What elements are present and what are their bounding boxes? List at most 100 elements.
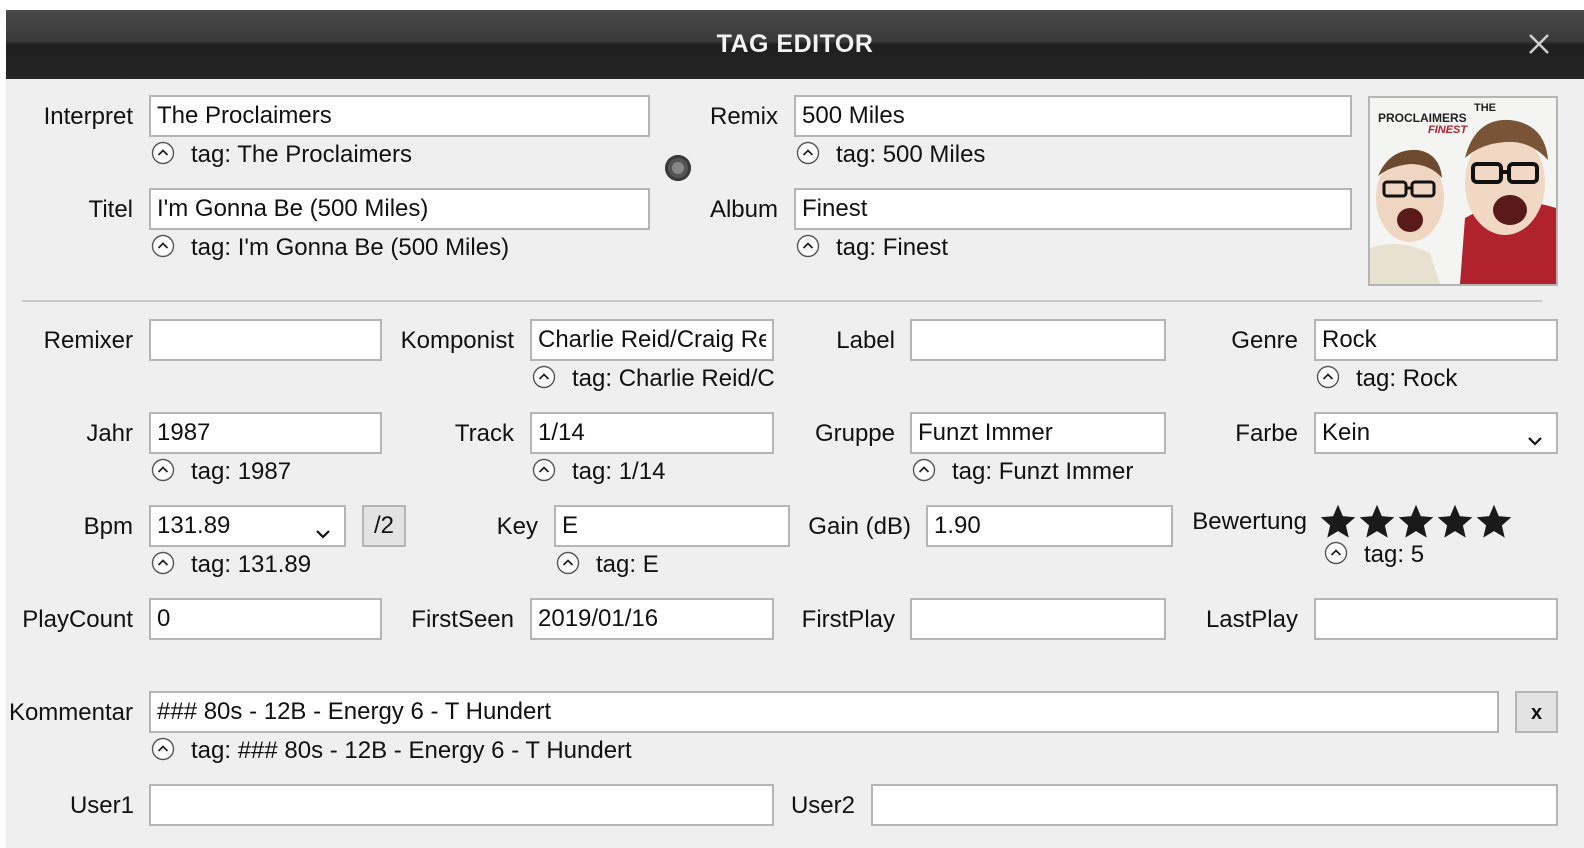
gain-field[interactable] (926, 505, 1173, 547)
kommentar-clear-button[interactable]: x (1515, 691, 1558, 733)
bpm-tag: tag: 131.89 (151, 550, 384, 580)
gruppe-field[interactable] (910, 412, 1166, 454)
album-tag-text: tag: Finest (836, 234, 949, 261)
lastplay-field[interactable] (1314, 598, 1558, 640)
close-icon[interactable] (1524, 29, 1554, 59)
komponist-label: Komponist (400, 327, 514, 354)
chevron-down-icon (314, 517, 332, 539)
section-divider (22, 300, 1542, 302)
cover-text-album: FINEST (1428, 124, 1468, 136)
chevron-up-circle-icon[interactable] (1324, 541, 1348, 565)
kommentar-field[interactable] (149, 691, 1499, 733)
bpm-half-button[interactable]: /2 (362, 505, 406, 547)
chevron-up-circle-icon[interactable] (532, 458, 556, 482)
chevron-up-circle-icon[interactable] (151, 234, 175, 258)
interpret-field[interactable] (149, 95, 650, 137)
album-field[interactable] (794, 188, 1352, 230)
bewertung-label: Bewertung (1192, 508, 1307, 535)
kommentar-tag-text: tag: ### 80s - 12B - Energy 6 - T Hunder… (191, 737, 632, 764)
key-tag-text: tag: E (596, 551, 659, 578)
firstplay-label: FirstPlay (801, 606, 895, 633)
titel-label: Titel (88, 196, 133, 223)
remixer-label: Remixer (43, 327, 133, 354)
gruppe-label: Gruppe (814, 420, 895, 447)
chevron-up-circle-icon[interactable] (151, 551, 175, 575)
user1-field[interactable] (149, 784, 774, 826)
star-icon[interactable] (1359, 504, 1395, 540)
farbe-label: Farbe (1235, 420, 1298, 447)
chevron-up-circle-icon[interactable] (532, 365, 556, 389)
user2-field[interactable] (871, 784, 1558, 826)
genre-label: Genre (1231, 327, 1298, 354)
star-icon[interactable] (1398, 504, 1434, 540)
album-cover-image[interactable]: THE PROCLAIMERS FINEST (1368, 96, 1558, 286)
chevron-up-circle-icon[interactable] (912, 458, 936, 482)
gain-label: Gain (dB) (808, 513, 911, 540)
chevron-up-circle-icon[interactable] (151, 141, 175, 165)
key-field[interactable] (554, 505, 790, 547)
chevron-down-icon (1526, 424, 1544, 446)
track-label: Track (454, 420, 514, 447)
bewertung-tag-text: tag: 5 (1364, 541, 1425, 568)
track-field[interactable] (530, 412, 774, 454)
bpm-label: Bpm (83, 513, 133, 540)
interpret-tag-text: tag: The Proclaimers (191, 141, 412, 168)
jahr-field[interactable] (149, 412, 382, 454)
star-icon[interactable] (1320, 504, 1356, 540)
titel-tag-text: tag: I'm Gonna Be (500 Miles) (191, 234, 510, 261)
bpm-selected-value: 131.89 (157, 512, 231, 539)
farbe-select[interactable]: Kein (1314, 412, 1558, 454)
firstseen-field[interactable] (530, 598, 774, 640)
gruppe-tag: tag: Funzt Immer (912, 457, 1172, 487)
genre-tag: tag: Rock (1316, 364, 1556, 394)
interpret-tag: tag: The Proclaimers (151, 140, 651, 170)
cover-text-band: PROCLAIMERS (1378, 111, 1467, 125)
title-bar[interactable]: TAG EDITOR (6, 10, 1584, 79)
label-field[interactable] (910, 319, 1166, 361)
key-tag: tag: E (556, 550, 756, 580)
star-icon[interactable] (1437, 504, 1473, 540)
jahr-tag-text: tag: 1987 (191, 458, 292, 485)
chevron-up-circle-icon[interactable] (1316, 365, 1340, 389)
bpm-tag-text: tag: 131.89 (191, 551, 312, 578)
komponist-tag-text: tag: Charlie Reid/Craig Reid (572, 365, 775, 392)
remixer-field[interactable] (149, 319, 382, 361)
dialog-title: TAG EDITOR (716, 30, 874, 58)
label-label: Label (836, 327, 895, 354)
remix-tag: tag: 500 Miles (796, 140, 1346, 170)
chevron-up-circle-icon[interactable] (556, 551, 580, 575)
album-tag: tag: Finest (796, 233, 1346, 263)
chevron-up-circle-icon[interactable] (796, 234, 820, 258)
playcount-label: PlayCount (22, 606, 133, 633)
jahr-label: Jahr (86, 420, 133, 447)
remix-toggle-radio[interactable] (665, 155, 691, 181)
genre-field[interactable] (1314, 319, 1558, 361)
rating-stars[interactable] (1320, 504, 1515, 540)
user2-label: User2 (790, 792, 855, 819)
kommentar-tag: tag: ### 80s - 12B - Energy 6 - T Hunder… (151, 736, 851, 766)
remix-tag-text: tag: 500 Miles (836, 141, 986, 168)
komponist-field[interactable] (530, 319, 774, 361)
album-label: Album (709, 196, 778, 223)
remix-field[interactable] (794, 95, 1352, 137)
bpm-select[interactable]: 131.89 (149, 505, 346, 547)
chevron-up-circle-icon[interactable] (151, 737, 175, 761)
track-tag-text: tag: 1/14 (572, 458, 666, 485)
track-tag: tag: 1/14 (532, 457, 775, 487)
key-label: Key (496, 513, 538, 540)
star-icon[interactable] (1476, 504, 1512, 540)
firstseen-label: FirstSeen (411, 606, 514, 633)
titel-tag: tag: I'm Gonna Be (500 Miles) (151, 233, 671, 263)
firstplay-field[interactable] (910, 598, 1166, 640)
farbe-selected-value: Kein (1322, 419, 1371, 446)
genre-tag-text: tag: Rock (1356, 365, 1458, 392)
chevron-up-circle-icon[interactable] (796, 141, 820, 165)
titel-field[interactable] (149, 188, 650, 230)
jahr-tag: tag: 1987 (151, 457, 384, 487)
bewertung-tag: tag: 5 (1324, 540, 1524, 570)
tag-editor-dialog: TAG EDITOR Interpret tag: The Proclaimer… (6, 10, 1584, 848)
lastplay-label: LastPlay (1205, 606, 1298, 633)
chevron-up-circle-icon[interactable] (151, 458, 175, 482)
playcount-field[interactable] (149, 598, 382, 640)
gruppe-tag-text: tag: Funzt Immer (952, 458, 1134, 485)
